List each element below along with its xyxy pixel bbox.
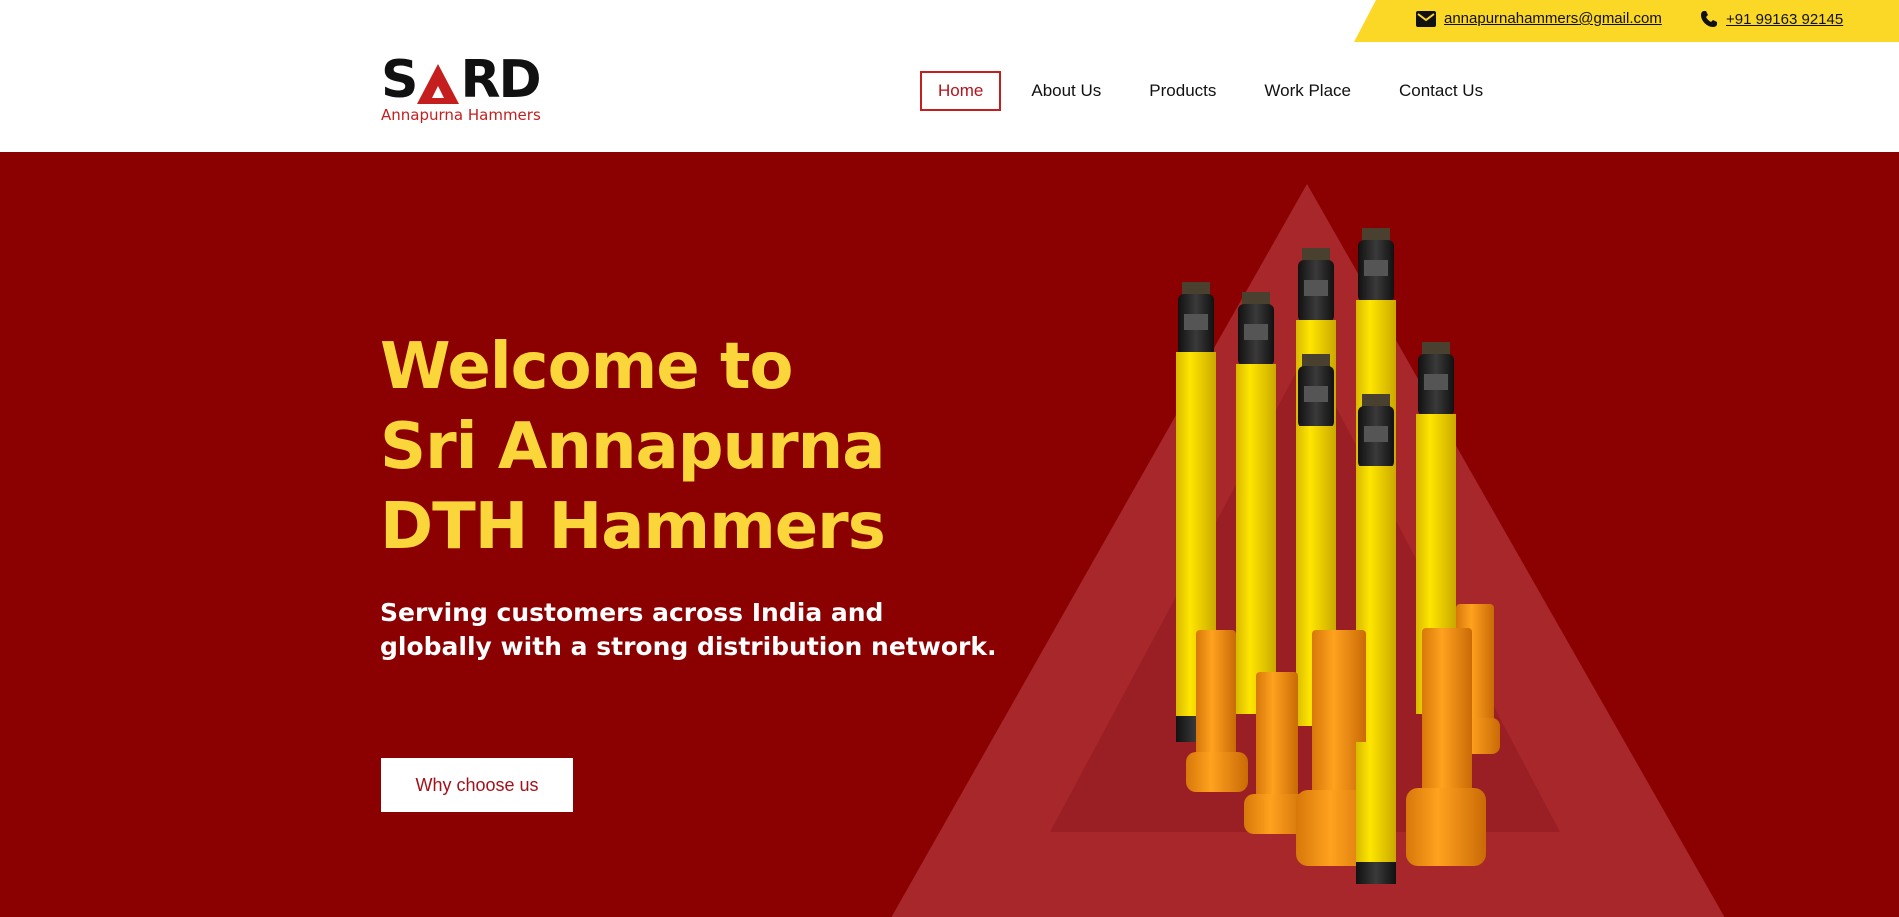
nav-home[interactable]: Home	[920, 71, 1002, 111]
email-text: annapurnahammers@gmail.com	[1444, 10, 1662, 27]
phone-text: +91 99163 92145	[1726, 10, 1844, 28]
logo-wordmark: S RD	[381, 50, 542, 110]
mail-icon	[1416, 10, 1436, 27]
hero-triangle-decoration	[891, 184, 1725, 917]
nav-about-us[interactable]: About Us	[1013, 71, 1119, 111]
nav-contact-us[interactable]: Contact Us	[1381, 71, 1501, 111]
hero-title: Welcome to Sri Annapurna DTH Hammers	[380, 330, 886, 564]
nav-products[interactable]: Products	[1131, 71, 1234, 111]
hero-section: Welcome to Sri Annapurna DTH Hammers Ser…	[0, 152, 1899, 917]
logo-a-triangle-icon	[417, 64, 460, 104]
nav-work-place[interactable]: Work Place	[1246, 71, 1369, 111]
logo-tagline: Annapurna Hammers	[381, 106, 541, 124]
hero-subtitle: Serving customers across India and globa…	[380, 598, 997, 661]
brand-logo[interactable]: S RD Annapurna Hammers	[381, 50, 542, 124]
email-link[interactable]: annapurnahammers@gmail.com	[1416, 10, 1662, 27]
dth-hammers-image	[1176, 228, 1500, 884]
why-choose-us-button[interactable]: Why choose us	[381, 758, 573, 812]
main-nav: Home About Us Products Work Place Contac…	[920, 71, 1513, 111]
phone-icon	[1701, 11, 1717, 27]
phone-link[interactable]: +91 99163 92145	[1700, 10, 1843, 28]
